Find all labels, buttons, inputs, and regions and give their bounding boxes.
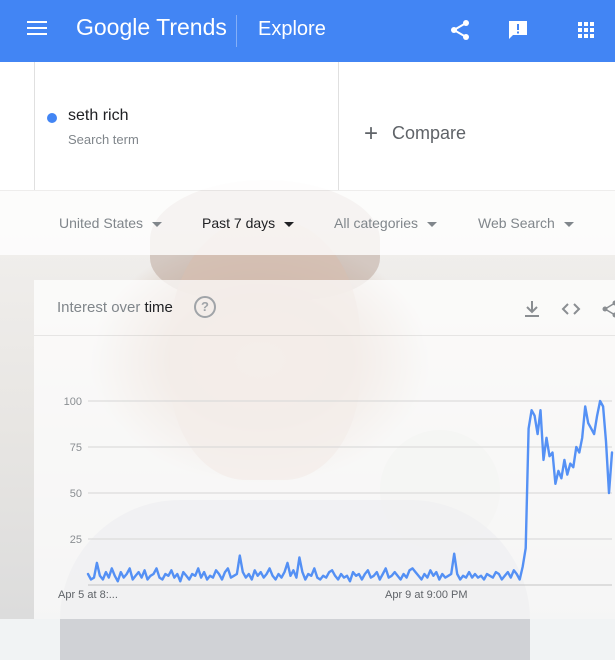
share-icon[interactable]	[600, 299, 615, 319]
category-filter[interactable]: All categories	[334, 215, 437, 231]
chevron-down-icon	[427, 222, 437, 227]
google-trends-logo[interactable]: Google Trends	[76, 14, 227, 41]
time-range-filter[interactable]: Past 7 days	[202, 215, 294, 231]
plus-icon: +	[364, 120, 378, 147]
term-color-dot	[47, 113, 57, 123]
time-range-label: Past 7 days	[202, 215, 275, 231]
header-divider	[236, 15, 237, 47]
region-filter-label: United States	[59, 215, 143, 231]
page-title: Explore	[258, 18, 326, 41]
search-term-box[interactable]: seth rich Search term	[34, 62, 339, 190]
interest-over-time-card: Interest over time ?	[34, 280, 615, 619]
embed-code-icon[interactable]	[561, 299, 581, 319]
logo-trends-text: Trends	[156, 14, 227, 40]
logo-google-text: Google	[76, 14, 150, 40]
search-type-label: Web Search	[478, 215, 555, 231]
chevron-down-icon	[564, 222, 574, 227]
search-type-filter[interactable]: Web Search	[478, 215, 574, 231]
chevron-down-icon	[284, 222, 294, 227]
chevron-down-icon	[152, 222, 162, 227]
search-term-text[interactable]: seth rich	[68, 107, 128, 125]
compare-button[interactable]: + Compare	[364, 118, 466, 146]
apps-grid-icon[interactable]	[574, 18, 598, 42]
share-icon[interactable]	[448, 18, 472, 42]
help-icon[interactable]: ?	[194, 296, 216, 318]
menu-icon[interactable]	[27, 21, 47, 39]
search-terms-card: seth rich Search term + Compare	[0, 62, 615, 190]
compare-label: Compare	[392, 123, 466, 143]
chart-title-part2: time	[145, 299, 173, 316]
region-filter[interactable]: United States	[59, 215, 162, 231]
feedback-icon[interactable]	[506, 18, 530, 42]
filter-bar: United States Past 7 days All categories…	[0, 190, 615, 255]
download-icon[interactable]	[522, 299, 542, 319]
app-header: Google Trends Explore	[0, 0, 615, 62]
card-divider	[34, 335, 615, 336]
category-label: All categories	[334, 215, 418, 231]
search-term-type: Search term	[68, 132, 139, 147]
chart-title-part1: Interest over	[57, 299, 145, 316]
chart-card-title: Interest over time	[57, 299, 173, 316]
